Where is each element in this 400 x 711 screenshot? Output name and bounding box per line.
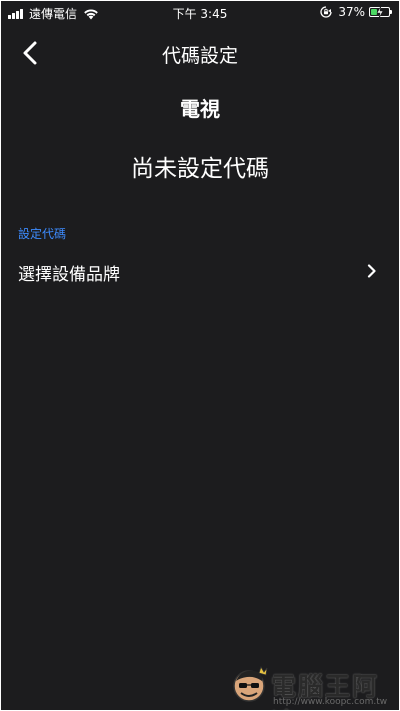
status-right: 37%: [320, 5, 392, 19]
mascot-logo-icon: [233, 666, 268, 702]
battery-percent: 37%: [338, 5, 365, 19]
watermark: 電腦王阿達 http://www.koopc.com.tw: [229, 663, 397, 710]
battery-charging-icon: [369, 6, 392, 18]
list-row-label: 選擇設備品牌: [18, 265, 120, 285]
app-screen: 遠傳電信 下午 3:45 37% 代碼設定 電視 尚未設定代碼 設定代碼 選擇設…: [1, 1, 399, 710]
device-name: 電視: [180, 97, 220, 121]
navigation-bar: 代碼設定: [1, 31, 399, 75]
select-brand-row[interactable]: 選擇設備品牌: [1, 251, 399, 291]
page-title: 代碼設定: [161, 45, 238, 67]
charging-bolt-icon: [376, 6, 384, 18]
watermark-url: http://www.koopc.com.tw: [273, 697, 388, 707]
chevron-right-icon: [367, 264, 376, 278]
code-status-text: 尚未設定代碼: [131, 156, 269, 182]
section-header: 設定代碼: [18, 227, 67, 241]
status-bar: 遠傳電信 下午 3:45 37%: [1, 1, 399, 23]
rotation-lock-icon: [320, 6, 332, 18]
